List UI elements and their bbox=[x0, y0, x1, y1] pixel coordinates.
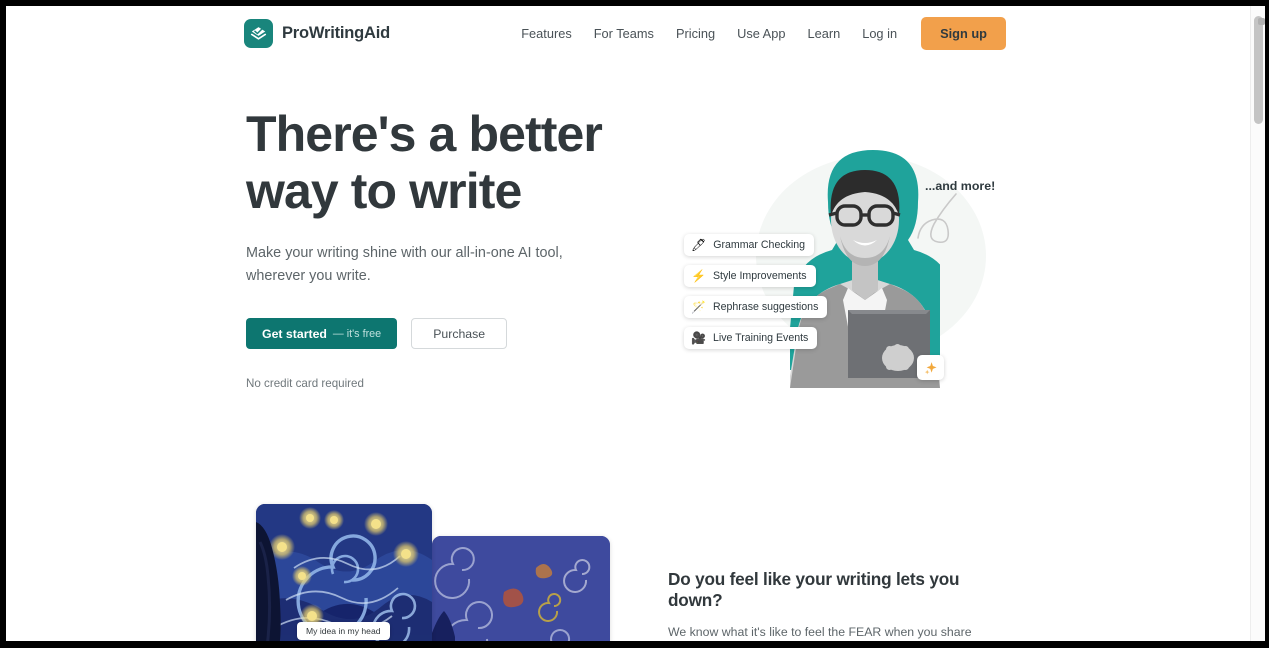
nav-item-learn[interactable]: Learn bbox=[796, 18, 851, 49]
hero-subtitle: Make your writing shine with our all-in-… bbox=[246, 245, 563, 284]
hero-cta-group: Get started — it's free Purchase bbox=[246, 318, 646, 349]
nav-item-log-in[interactable]: Log in bbox=[851, 18, 908, 49]
pen-icon: 🖊 bbox=[691, 238, 707, 252]
feature-chip-grammar-checking[interactable]: 🖊 Grammar Checking bbox=[684, 234, 815, 256]
get-started-label: Get started bbox=[262, 326, 327, 341]
hero-title: There's a better way to write bbox=[246, 106, 646, 220]
hero-title-line-1: There's a better bbox=[246, 106, 603, 162]
lower-content-block: Do you feel like your writing lets you d… bbox=[668, 569, 1018, 641]
lower-section-title: Do you feel like your writing lets you d… bbox=[668, 569, 960, 610]
page-content: ProWritingAid Features For Teams Pricing… bbox=[6, 6, 1265, 641]
no-credit-card-note: No credit card required bbox=[246, 377, 364, 390]
feature-chip-list: 🖊 Grammar Checking ⚡ Style Improvements … bbox=[684, 234, 828, 358]
feature-chip-style-improvements[interactable]: ⚡ Style Improvements bbox=[684, 265, 816, 287]
feature-chip-label: Rephrase suggestions bbox=[712, 301, 819, 313]
main-navigation: Features For Teams Pricing Use App Learn… bbox=[510, 17, 1006, 50]
sparkle-icon bbox=[917, 355, 944, 380]
feature-chip-label: Grammar Checking bbox=[713, 239, 806, 251]
window-bottom-edge bbox=[0, 641, 1269, 648]
brand-logo-link[interactable]: ProWritingAid bbox=[244, 19, 390, 48]
purchase-button[interactable]: Purchase bbox=[411, 318, 508, 349]
nav-item-use-app[interactable]: Use App bbox=[726, 18, 796, 49]
get-started-button[interactable]: Get started — it's free bbox=[246, 318, 398, 349]
image-caption-my-idea: My idea in my head bbox=[297, 622, 390, 640]
video-camera-icon: 🎥 bbox=[691, 331, 706, 345]
sign-up-button[interactable]: Sign up bbox=[921, 17, 1006, 50]
site-header: ProWritingAid Features For Teams Pricing… bbox=[6, 6, 1250, 62]
feature-chip-rephrase-suggestions[interactable]: 🪄 Rephrase suggestions bbox=[684, 296, 828, 318]
lower-section-body: We know what it's like to feel the FEAR … bbox=[668, 625, 972, 639]
feature-chip-label: Style Improvements bbox=[712, 270, 807, 282]
browser-viewport: ProWritingAid Features For Teams Pricing… bbox=[0, 0, 1269, 648]
get-started-suffix: — it's free bbox=[332, 327, 382, 340]
scrollbar-thumb[interactable] bbox=[1254, 16, 1265, 124]
brand-name: ProWritingAid bbox=[282, 24, 391, 42]
hero-title-line-2: way to write bbox=[246, 163, 522, 219]
magic-wand-icon: 🪄 bbox=[691, 300, 706, 314]
hero-illustration: ...and more! 🖊 Grammar Checking ⚡ Style … bbox=[678, 110, 1008, 395]
starry-night-painting-image bbox=[256, 504, 432, 641]
nav-item-pricing[interactable]: Pricing bbox=[665, 18, 726, 49]
nav-item-for-teams[interactable]: For Teams bbox=[583, 18, 665, 49]
scrollbar-grip-icon bbox=[1258, 18, 1265, 25]
nav-item-features[interactable]: Features bbox=[510, 18, 583, 49]
lightning-icon: ⚡ bbox=[691, 269, 706, 283]
feature-chip-live-training-events[interactable]: 🎥 Live Training Events bbox=[684, 327, 818, 349]
comparison-images: My idea in my head bbox=[252, 504, 610, 641]
hero-section: There's a better way to write Make your … bbox=[246, 106, 646, 390]
simplified-painting-image bbox=[432, 536, 610, 641]
prowritingaid-logo-icon bbox=[244, 19, 273, 48]
feature-chip-label: Live Training Events bbox=[712, 332, 809, 344]
and-more-doodle-icon bbox=[917, 193, 957, 244]
and-more-label: ...and more! bbox=[925, 179, 996, 193]
vertical-scrollbar[interactable] bbox=[1250, 6, 1265, 641]
